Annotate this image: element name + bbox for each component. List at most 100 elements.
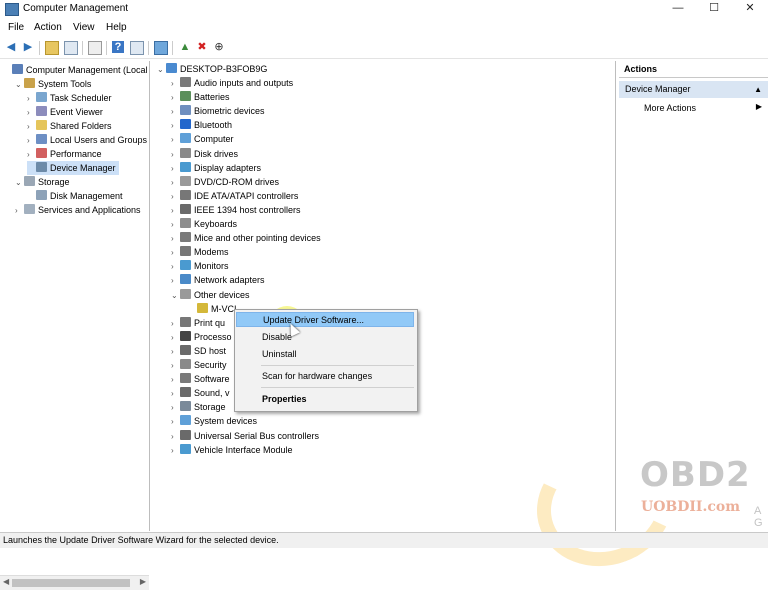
device-category[interactable]: › IEEE 1394 host controllers [171,203,301,217]
maximize-button[interactable]: ☐ [696,0,732,18]
console-tree-item[interactable]: ⌄ Storage [15,175,70,189]
console-tree-item[interactable]: Computer Management (Local [3,63,148,77]
device-category[interactable]: › Network adapters [171,273,265,287]
device-category[interactable]: › Bluetooth [171,118,232,132]
expand-icon[interactable]: › [171,246,180,260]
context-properties[interactable]: Properties [236,392,414,407]
expand-icon[interactable]: › [15,204,24,218]
more-actions-item[interactable]: More Actions [644,101,696,115]
expand-icon[interactable]: › [171,190,180,204]
expand-icon[interactable]: › [171,401,180,415]
collapse-icon[interactable]: ⌄ [15,78,24,92]
expand-icon[interactable]: › [171,133,180,147]
expand-icon[interactable]: › [171,274,180,288]
device-category[interactable]: › Universal Serial Bus controllers [171,429,319,443]
device-category[interactable]: › Keyboards [171,217,237,231]
expand-icon[interactable]: › [171,119,180,133]
context-uninstall[interactable]: Uninstall [236,347,414,362]
expand-icon[interactable]: › [171,162,180,176]
console-tree-item[interactable]: › Task Scheduler [27,91,112,105]
expand-icon[interactable]: › [171,77,180,91]
menu-help[interactable]: Help [106,22,127,33]
console-tree-item[interactable]: › Performance [27,147,102,161]
update-driver-icon[interactable]: ▲ [179,41,191,53]
console-tree-item[interactable]: ⌄ System Tools [15,77,91,91]
device-category[interactable]: › Storage [171,400,226,414]
back-icon[interactable]: ◀ [5,41,17,53]
console-tree-item[interactable]: › Event Viewer [27,105,103,119]
expand-icon[interactable]: › [27,134,36,148]
device-category[interactable]: › Print qu [171,316,225,330]
show-tree-icon[interactable] [64,41,78,55]
monitor-icon[interactable] [154,41,168,55]
expand-icon[interactable]: › [171,204,180,218]
expand-icon[interactable]: › [171,218,180,232]
expand-icon[interactable]: › [171,415,180,429]
context-update-driver[interactable]: Update Driver Software... [236,312,414,327]
forward-icon[interactable]: ▶ [22,41,34,53]
collapse-up-icon[interactable]: ▲ [754,81,762,98]
scrollbar-thumb[interactable] [12,579,130,587]
device-category[interactable]: › Mice and other pointing devices [171,231,321,245]
expand-icon[interactable]: › [171,176,180,190]
console-tree-item[interactable]: Device Manager [27,161,119,175]
console-tree-item[interactable]: › Shared Folders [27,119,112,133]
context-disable[interactable]: Disable [236,330,414,345]
expand-icon[interactable]: › [171,232,180,246]
scroll-right-icon[interactable]: ▶ [140,577,146,586]
console-tree-icon[interactable] [130,41,144,55]
device-category[interactable]: › Processo [171,330,232,344]
actions-section-device-manager[interactable]: Device Manager ▲ [619,81,768,98]
device-category[interactable]: › Batteries [171,90,230,104]
menu-action[interactable]: Action [34,22,62,33]
device-category[interactable]: › Biometric devices [171,104,265,118]
expand-icon[interactable]: › [171,148,180,162]
expand-icon[interactable]: › [27,148,36,162]
menu-file[interactable]: File [8,22,24,33]
up-folder-icon[interactable] [45,41,59,55]
device-category[interactable]: › Display adapters [171,161,261,175]
device-item[interactable]: M-VCI [188,302,237,316]
device-category[interactable]: ⌄ Other devices [171,288,250,302]
device-category[interactable]: › Computer [171,132,234,146]
device-category[interactable]: › Sound, v [171,386,230,400]
device-category[interactable]: › SD host [171,344,226,358]
expand-icon[interactable]: › [171,260,180,274]
expand-icon[interactable]: › [171,387,180,401]
device-category[interactable]: › System devices [171,414,257,428]
expand-icon[interactable]: › [171,317,180,331]
collapse-icon[interactable]: ⌄ [171,289,180,303]
device-category[interactable]: › Vehicle Interface Module [171,443,293,457]
device-tree-root[interactable]: ⌄ DESKTOP-B3FOB9G [157,62,267,76]
console-tree-item[interactable]: › Services and Applications [15,203,141,217]
device-category[interactable]: › Disk drives [171,147,238,161]
device-category[interactable]: › Modems [171,245,229,259]
collapse-icon[interactable]: ⌄ [157,63,166,77]
device-category[interactable]: › IDE ATA/ATAPI controllers [171,189,298,203]
expand-icon[interactable]: › [27,120,36,134]
menu-view[interactable]: View [73,22,95,33]
properties-icon[interactable] [88,41,102,55]
expand-icon[interactable]: › [171,444,180,458]
expand-icon[interactable]: › [27,92,36,106]
horizontal-scrollbar[interactable]: ◀ ▶ [0,575,149,590]
collapse-icon[interactable]: ⌄ [15,176,24,190]
device-category[interactable]: › Monitors [171,259,229,273]
help-icon[interactable]: ? [112,41,124,53]
context-scan-hardware[interactable]: Scan for hardware changes [236,369,414,384]
expand-icon[interactable]: › [171,359,180,373]
disable-icon[interactable]: ⊕ [213,41,225,53]
device-category[interactable]: › Audio inputs and outputs [171,76,293,90]
close-button[interactable]: ✕ [732,0,768,18]
uninstall-icon[interactable]: ✖ [196,41,208,53]
device-category[interactable]: › Software [171,372,230,386]
expand-icon[interactable]: › [171,430,180,444]
expand-icon[interactable]: › [171,331,180,345]
expand-icon[interactable]: › [27,106,36,120]
expand-icon[interactable]: › [171,105,180,119]
expand-icon[interactable]: › [171,373,180,387]
device-category[interactable]: › DVD/CD-ROM drives [171,175,279,189]
console-tree-item[interactable]: Disk Management [27,189,123,203]
expand-icon[interactable]: › [171,345,180,359]
console-tree-item[interactable]: › Local Users and Groups [27,133,147,147]
